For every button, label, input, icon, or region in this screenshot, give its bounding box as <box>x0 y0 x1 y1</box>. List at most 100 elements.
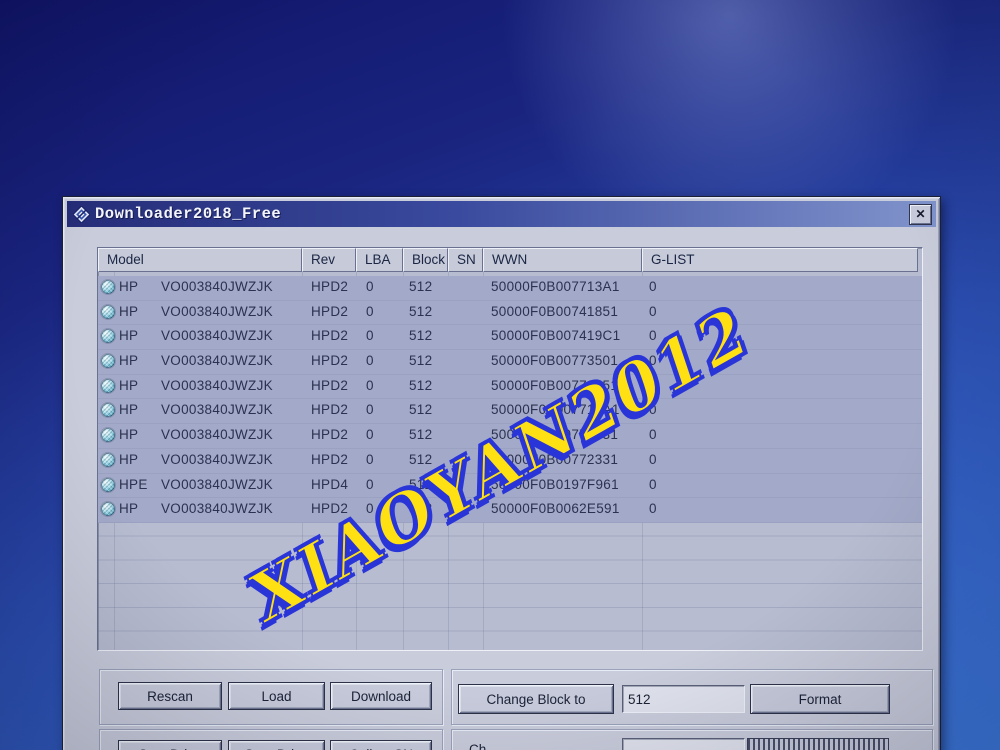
collect-sn-button[interactable]: Collect SN <box>330 740 432 750</box>
cell-block: 512 <box>409 279 433 294</box>
cell-model: VO003840JWZJK <box>161 303 273 319</box>
cell-vendor: HP <box>119 353 139 369</box>
column-header-rev[interactable]: Rev <box>302 248 356 272</box>
secondary-input[interactable] <box>622 738 745 750</box>
cell-model: VO003840JWZJK <box>161 427 273 443</box>
cell-rev: HPD2 <box>311 427 349 443</box>
cell-lba: 0 <box>366 279 374 294</box>
column-header-block[interactable]: Block <box>403 248 448 272</box>
table-row[interactable]: HP VO003840JWZJK HPD2 0 512 50000F0B0074… <box>98 301 922 326</box>
table-body: HP VO003840JWZJK HPD2 0 512 50000F0B0077… <box>98 272 922 650</box>
format-button[interactable]: Format <box>750 684 890 714</box>
table-row[interactable]: HP VO003840JWZJK HPD2 0 512 50000F0B0074… <box>98 325 922 351</box>
app-icon <box>73 205 90 223</box>
stop-drive-button[interactable]: Stop Drive <box>118 740 222 750</box>
cell-model: VO003840JWZJK <box>161 328 273 344</box>
cell-vendor: HP <box>119 377 139 393</box>
cell-glist: 0 <box>649 377 657 393</box>
cell-vendor: HP <box>119 328 139 344</box>
empty-list-area <box>98 513 922 650</box>
drive-disc-icon <box>101 452 115 467</box>
drive-disc-icon <box>101 304 115 319</box>
table-row[interactable]: HP VO003840JWZJK HPD2 0 512 50000F0B0077… <box>98 399 922 425</box>
cell-block: 512 <box>409 353 433 369</box>
cell-block: 512 <box>409 303 433 319</box>
cell-glist: 0 <box>649 303 657 319</box>
cell-rev: HPD2 <box>311 451 349 467</box>
drive-disc-icon <box>101 329 115 344</box>
table-row[interactable]: HP VO003840JWZJK HPD2 0 512 50000F0B0077… <box>98 375 922 400</box>
cell-rev: HPD2 <box>311 377 349 393</box>
cell-lba: 0 <box>366 427 374 443</box>
drive-disc-icon <box>101 354 115 369</box>
cell-block: 512 <box>409 328 433 344</box>
table-row[interactable]: HPE VO003840JWZJK HPD4 0 512 50000F0B019… <box>98 474 922 499</box>
rescan-button[interactable]: Rescan <box>118 682 222 710</box>
cell-model: VO003840JWZJK <box>161 451 273 467</box>
cell-lba: 0 <box>366 303 374 319</box>
cell-lba: 0 <box>366 451 374 467</box>
cell-lba: 0 <box>366 353 374 369</box>
table-row[interactable]: HP VO003840JWZJK HPD2 0 512 50000F0B0077… <box>98 276 922 301</box>
cell-block: 512 <box>409 476 433 492</box>
drive-disc-icon <box>101 477 115 492</box>
close-icon: ✕ <box>915 207 926 221</box>
drive-disc-icon <box>101 428 115 443</box>
cell-model: VO003840JWZJK <box>161 279 273 294</box>
titlebar[interactable]: Downloader2018_Free ✕ <box>67 201 936 227</box>
cell-vendor: HP <box>119 402 139 418</box>
download-button[interactable]: Download <box>330 682 432 710</box>
cell-wwn: 50000F0B0197F961 <box>491 476 619 492</box>
table-row[interactable]: HP VO003840JWZJK HPD2 0 512 50000F0B0077… <box>98 350 922 375</box>
column-header-wwn[interactable]: WWN <box>483 248 642 272</box>
cell-wwn: 50000F0B007714A1 <box>491 402 620 418</box>
table-header: Model Rev LBA Block SN WWN G-LIST <box>98 248 922 272</box>
column-header-glist[interactable]: G-LIST <box>642 248 918 272</box>
cell-vendor: HP <box>119 427 139 443</box>
column-header-model[interactable]: Model <box>98 248 302 272</box>
drive-table: Model Rev LBA Block SN WWN G-LIST HP VO0… <box>97 247 923 651</box>
block-size-input[interactable] <box>622 685 745 713</box>
cell-wwn: 50000F0B007713A1 <box>491 279 620 294</box>
start-drive-button[interactable]: Start Drive <box>228 740 325 750</box>
load-button[interactable]: Load <box>228 682 325 710</box>
cell-rev: HPD2 <box>311 402 349 418</box>
cell-lba: 0 <box>366 328 374 344</box>
cell-glist: 0 <box>649 328 657 344</box>
drive-disc-icon <box>101 280 115 294</box>
cell-glist: 0 <box>649 402 657 418</box>
cell-wwn: 50000F0B00771431 <box>491 427 619 443</box>
cell-model: VO003840JWZJK <box>161 476 273 492</box>
cell-block: 512 <box>409 427 433 443</box>
cell-glist: 0 <box>649 279 657 294</box>
secondary-block-group: Ch <box>451 729 933 750</box>
cell-rev: HPD4 <box>311 476 349 492</box>
column-header-sn[interactable]: SN <box>448 248 483 272</box>
cell-wwn: 50000F0B00772331 <box>491 451 619 467</box>
cell-glist: 0 <box>649 427 657 443</box>
table-row[interactable]: HP VO003840JWZJK HPD2 0 512 50000F0B0077… <box>98 449 922 474</box>
cell-rev: HPD2 <box>311 279 349 294</box>
cell-rev: HPD2 <box>311 303 349 319</box>
cell-wwn: 50000F0B00773501 <box>491 353 619 369</box>
cell-wwn: 50000F0B00741851 <box>491 303 619 319</box>
app-window: Downloader2018_Free ✕ Model Rev LBA Bloc… <box>62 196 941 750</box>
cell-lba: 0 <box>366 402 374 418</box>
drive-disc-icon <box>101 403 115 418</box>
window-title: Downloader2018_Free <box>95 205 282 223</box>
column-header-lba[interactable]: LBA <box>356 248 403 272</box>
cell-rev: HPD2 <box>311 353 349 369</box>
cell-vendor: HP <box>119 303 139 319</box>
drive-list: HP VO003840JWZJK HPD2 0 512 50000F0B0077… <box>98 276 922 523</box>
close-button[interactable]: ✕ <box>909 203 932 225</box>
cell-wwn: 50000F0B00773351 <box>491 377 619 393</box>
cell-block: 512 <box>409 377 433 393</box>
cell-vendor: HPE <box>119 476 148 492</box>
cell-model: VO003840JWZJK <box>161 353 273 369</box>
cell-vendor: HP <box>119 279 139 294</box>
cell-glist: 0 <box>649 476 657 492</box>
cell-lba: 0 <box>366 476 374 492</box>
change-block-button[interactable]: Change Block to <box>458 684 614 714</box>
table-row[interactable]: HP VO003840JWZJK HPD2 0 512 50000F0B0077… <box>98 424 922 449</box>
clipped-label: Ch <box>469 742 487 750</box>
